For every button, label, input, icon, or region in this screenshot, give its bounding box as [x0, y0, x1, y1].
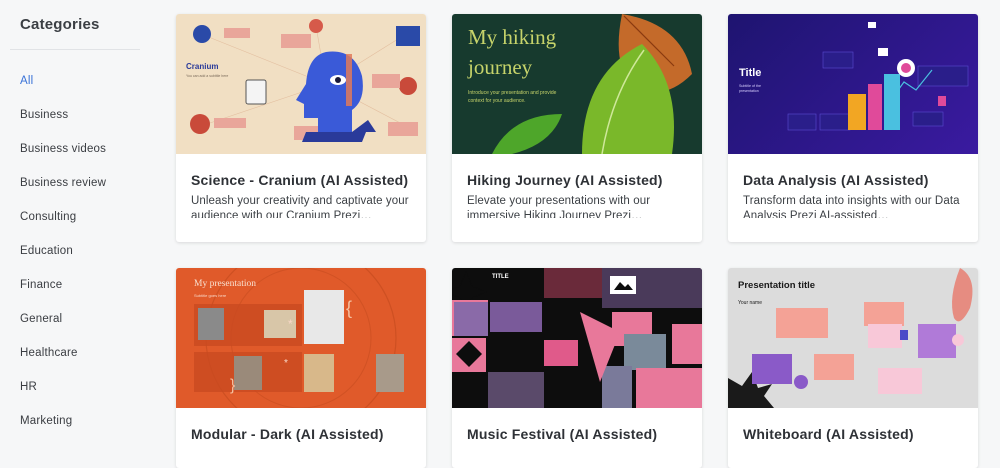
category-sidebar: Categories All Business Business videos …	[0, 0, 160, 450]
thumb-subtitle-data-line1: Subtitle of the	[739, 84, 761, 88]
category-hr[interactable]: HR	[20, 370, 160, 404]
thumb-subtitle-whiteboard: Your name	[738, 300, 762, 306]
template-thumbnail-music[interactable]: TITLE	[452, 268, 702, 408]
template-thumbnail-whiteboard[interactable]: Presentation title Your name	[728, 268, 978, 408]
thumb-subtitle-data-line2: presentation	[739, 89, 759, 93]
category-marketing[interactable]: Marketing	[20, 404, 160, 438]
thumb-subtitle-hiking-line1: Introduce your presentation and provide	[468, 90, 557, 96]
template-card-cranium[interactable]: Cranium You can add a subtitle here Scie…	[176, 14, 426, 242]
card-title: Modular - Dark (AI Assisted)	[191, 426, 384, 442]
card-title: Music Festival (AI Assisted)	[467, 426, 658, 442]
thumb-title-data: Title	[739, 67, 761, 79]
template-card-whiteboard[interactable]: Presentation title Your name Whiteboard …	[728, 268, 978, 468]
modular-illustration: { * * } My presentation Subtitle goes he…	[194, 268, 404, 408]
thumb-title-hiking-line1: My hiking	[468, 25, 557, 49]
svg-text:}: }	[230, 377, 236, 394]
music-illustration: TITLE	[452, 268, 702, 408]
template-card-data-analysis[interactable]: Title Subtitle of the presentation Data …	[728, 14, 978, 242]
template-card-hiking-journey[interactable]: My hiking journey Introduce your present…	[452, 14, 702, 242]
card-title: Data Analysis (AI Assisted)	[743, 172, 929, 188]
category-education[interactable]: Education	[20, 234, 160, 268]
category-finance[interactable]: Finance	[20, 268, 160, 302]
template-thumbnail-data-analysis[interactable]: Title Subtitle of the presentation	[728, 14, 978, 154]
category-consulting[interactable]: Consulting	[20, 200, 160, 234]
thumb-subtitle-cranium: You can add a subtitle here	[186, 74, 228, 78]
template-card-music-festival[interactable]: TITLE Music Festival (AI Assisted)	[452, 268, 702, 468]
thumb-subtitle-hiking-line2: context for your audience.	[468, 98, 526, 104]
hiking-illustration: My hiking journey Introduce your present…	[467, 14, 692, 154]
card-title: Hiking Journey (AI Assisted)	[467, 172, 663, 188]
thumb-subtitle-modular: Subtitle goes here	[194, 293, 227, 298]
thumb-title-cranium: Cranium	[186, 62, 218, 71]
template-thumbnail-cranium[interactable]: Cranium You can add a subtitle here	[176, 14, 426, 154]
template-card-modular-dark[interactable]: { * * } My presentation Subtitle goes he…	[176, 268, 426, 468]
template-thumbnail-hiking[interactable]: My hiking journey Introduce your present…	[452, 14, 702, 154]
svg-text:{: {	[346, 298, 352, 318]
card-description: Unleash your creativity and captivate yo…	[191, 195, 409, 218]
thumb-title-hiking-line2: journey	[467, 55, 533, 79]
thumb-title-music: TITLE	[492, 274, 509, 280]
card-description: Elevate your presentations with our imme…	[467, 195, 651, 218]
card-title: Whiteboard (AI Assisted)	[743, 426, 914, 442]
thumb-title-modular: My presentation	[194, 279, 256, 289]
category-all[interactable]: All	[20, 64, 160, 98]
category-healthcare[interactable]: Healthcare	[20, 336, 160, 370]
category-business[interactable]: Business	[20, 98, 160, 132]
card-description: Transform data into insights with our Da…	[743, 195, 960, 218]
category-business-videos[interactable]: Business videos	[20, 132, 160, 166]
card-title: Science - Cranium (AI Assisted)	[191, 172, 409, 188]
whiteboard-illustration: Presentation title Your name	[728, 268, 973, 408]
category-general[interactable]: General	[20, 302, 160, 336]
cranium-illustration: Cranium You can add a subtitle here	[186, 19, 420, 142]
data-analysis-illustration: Title Subtitle of the presentation	[739, 22, 969, 131]
svg-text:*: *	[284, 358, 288, 369]
categories-heading: Categories	[20, 16, 100, 33]
thumb-title-whiteboard: Presentation title	[738, 280, 815, 291]
category-business-review[interactable]: Business review	[20, 166, 160, 200]
template-thumbnail-modular[interactable]: { * * } My presentation Subtitle goes he…	[176, 268, 426, 408]
svg-text:*: *	[288, 317, 293, 331]
sidebar-divider	[10, 49, 140, 50]
